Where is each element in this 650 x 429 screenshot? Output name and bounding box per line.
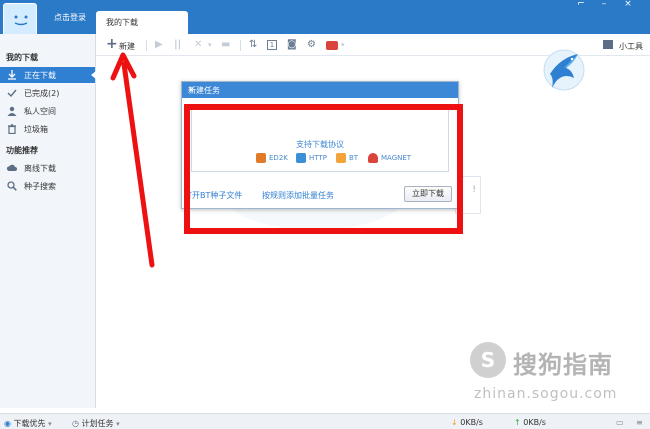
folder-icon[interactable]: ▬ xyxy=(221,39,230,51)
vip-icon[interactable] xyxy=(326,41,338,50)
plus-icon: + xyxy=(106,36,118,52)
sidebar-item-downloading[interactable]: 正在下载 xyxy=(0,67,96,83)
upload-speed-value: 0KB/s xyxy=(523,418,546,427)
toolbox-icon xyxy=(603,40,613,49)
avatar[interactable] xyxy=(3,3,37,37)
search-icon xyxy=(7,181,17,191)
user-icon xyxy=(7,106,17,116)
arrow-up-icon: ↑ xyxy=(514,418,521,427)
chevron-down-icon[interactable]: ▾ xyxy=(208,39,212,51)
chevron-down-icon[interactable]: ▾ xyxy=(341,39,345,51)
sidebar-item-label: 私人空间 xyxy=(24,107,56,116)
download-priority-label: 下载优先 xyxy=(13,419,46,428)
close-icon[interactable]: × xyxy=(188,85,453,94)
sidebar-item-private-space[interactable]: 私人空间 xyxy=(0,103,95,119)
sort-icon[interactable]: ⇅ xyxy=(249,39,257,51)
chevron-down-icon: ▾ xyxy=(48,420,52,428)
background-card-symbol: ! xyxy=(472,185,476,195)
arrow-down-icon: ↓ xyxy=(451,418,458,427)
info-icon[interactable]: 1 xyxy=(267,40,277,50)
upload-speed: ↑ 0KB/s xyxy=(514,418,546,427)
sidebar: 我的下载 正在下载 已完成(2) 私人空间 垃圾箱 功能推荐 离线下载 种子搜索 xyxy=(0,34,96,408)
download-icon xyxy=(8,70,16,80)
cloud-icon xyxy=(7,164,17,171)
minimize-icon[interactable]: – xyxy=(598,0,610,9)
sidebar-item-label: 垃圾箱 xyxy=(24,125,48,134)
sidebar-item-completed[interactable]: 已完成(2) xyxy=(0,85,95,101)
sidebar-item-label: 已完成(2) xyxy=(24,89,60,98)
watermark-logo: S xyxy=(470,342,506,378)
dialog-title-bar: 新建任务 × xyxy=(182,82,458,98)
sidebar-item-trash[interactable]: 垃圾箱 xyxy=(0,121,95,137)
speed-icon: ◉ xyxy=(4,419,11,428)
watermark-text: 搜狗指南 xyxy=(513,351,613,379)
status-bar: ◉ 下载优先 ▾ ◷ 计划任务 ▾ ↓ 0KB/s ↑ 0KB/s ▭ ≡ xyxy=(0,413,650,429)
pause-icon[interactable]: || xyxy=(174,39,181,51)
watermark-url: zhinan.sogou.com xyxy=(474,386,618,402)
sidebar-section-features: 功能推荐 xyxy=(6,146,38,155)
plan-task-dropdown[interactable]: ◷ 计划任务 ▾ xyxy=(72,418,120,429)
play-icon[interactable]: ▶ xyxy=(155,39,163,51)
sidebar-item-label: 离线下载 xyxy=(24,164,56,173)
delete-icon[interactable]: ✕ xyxy=(194,39,202,51)
toolbar-divider xyxy=(146,40,147,51)
sidebar-item-offline-download[interactable]: 离线下载 xyxy=(0,160,95,176)
sidebar-item-label: 种子搜索 xyxy=(24,182,56,191)
sidebar-item-torrent-search[interactable]: 种子搜索 xyxy=(0,178,95,194)
tab-my-downloads[interactable]: 我的下载 xyxy=(96,11,188,34)
sidebar-section-my-downloads: 我的下载 xyxy=(6,53,38,62)
avatar-face-icon xyxy=(14,15,28,26)
login-link[interactable]: 点击登录 xyxy=(54,12,86,23)
close-icon[interactable]: × xyxy=(622,0,634,9)
tab-label: 我的下载 xyxy=(106,18,138,27)
check-icon xyxy=(7,89,17,98)
thunder-bird-logo xyxy=(543,49,585,91)
chevron-down-icon: ▾ xyxy=(116,420,120,428)
tools-label: 小工具 xyxy=(619,42,643,51)
magnet-search-icon[interactable]: ◙ xyxy=(287,39,297,51)
watermark-logo-char: S xyxy=(480,348,496,372)
toolbar-divider xyxy=(240,40,241,51)
settings-icon[interactable]: ⚙ xyxy=(307,39,316,51)
download-speed-value: 0KB/s xyxy=(460,418,483,427)
download-speed: ↓ 0KB/s xyxy=(451,418,483,427)
sidebar-item-label: 正在下载 xyxy=(24,71,56,80)
plan-task-label: 计划任务 xyxy=(81,419,114,428)
clock-icon: ◷ xyxy=(72,419,79,428)
menu-icon[interactable]: ≡ xyxy=(636,418,643,427)
restore-icon[interactable]: ⌐ xyxy=(575,0,587,9)
window-icon[interactable]: ▭ xyxy=(616,418,624,427)
annotation-box xyxy=(184,104,463,234)
trash-icon xyxy=(8,124,16,134)
download-priority-dropdown[interactable]: ◉ 下载优先 ▾ xyxy=(4,418,52,429)
new-task-label: 新建 xyxy=(119,42,135,51)
